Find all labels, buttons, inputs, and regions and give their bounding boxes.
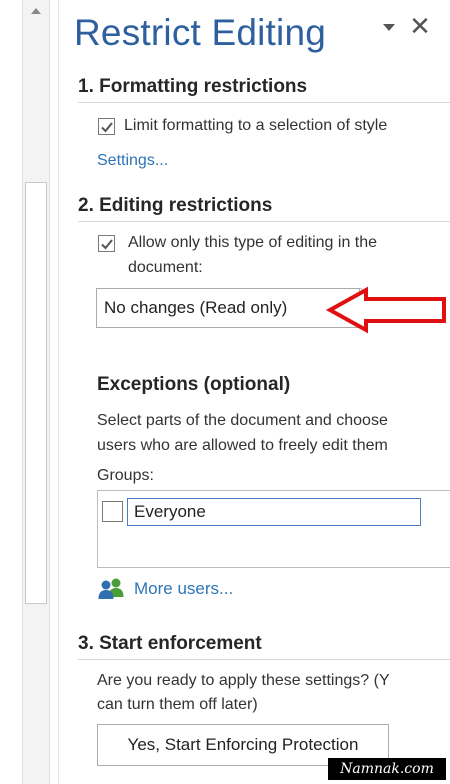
vertical-scrollbar[interactable] [22, 0, 50, 784]
red-arrow-annotation-icon [325, 286, 446, 334]
everyone-group-item[interactable]: Everyone [127, 498, 421, 526]
pane-options-button[interactable] [380, 20, 398, 34]
groups-label: Groups: [97, 467, 154, 484]
checkmark-icon [100, 121, 113, 132]
exceptions-heading: Exceptions (optional) [97, 374, 291, 395]
watermark: Namnak.com [328, 758, 446, 780]
pane-title: Restrict Editing [74, 12, 327, 53]
groups-list[interactable]: Everyone [97, 490, 450, 568]
settings-link[interactable]: Settings... [97, 152, 168, 170]
enforcement-question-line1: Are you ready to apply these settings? (… [97, 672, 390, 689]
close-pane-button[interactable]: ✕ [408, 12, 432, 40]
scroll-up-arrow-icon [31, 8, 41, 14]
editing-restrictions-heading: 2. Editing restrictions [78, 195, 273, 216]
section-divider [78, 221, 450, 222]
limit-formatting-checkbox[interactable] [98, 118, 115, 135]
chevron-down-icon [383, 23, 395, 31]
limit-formatting-label: Limit formatting to a selection of style [124, 117, 388, 134]
editing-mode-select[interactable]: No changes (Read only) [96, 288, 360, 328]
everyone-checkbox[interactable] [102, 501, 123, 522]
enforcement-question-line2: can turn them off later) [97, 696, 258, 713]
exceptions-description-line1: Select parts of the document and choose [97, 412, 388, 429]
users-icon [98, 578, 124, 599]
start-enforcement-heading: 3. Start enforcement [78, 633, 262, 654]
close-icon: ✕ [409, 11, 431, 41]
exceptions-description-line2: users who are allowed to freely edit the… [97, 437, 388, 454]
restrict-editing-pane: Restrict Editing ✕ 1. Formatting restric… [58, 0, 450, 784]
more-users-link[interactable]: More users... [134, 579, 233, 599]
scroll-up-button[interactable] [23, 0, 49, 22]
editing-mode-value: No changes (Read only) [104, 298, 288, 317]
scrollbar-thumb[interactable] [25, 182, 47, 604]
left-gutter [0, 0, 59, 784]
allow-editing-label-line1: Allow only this type of editing in the [128, 234, 378, 251]
allow-editing-type-checkbox[interactable] [98, 235, 115, 252]
formatting-restrictions-heading: 1. Formatting restrictions [78, 76, 308, 97]
section-divider [78, 102, 450, 103]
checkmark-icon [100, 238, 113, 249]
allow-editing-label-line2: document: [128, 259, 203, 276]
section-divider [78, 659, 450, 660]
